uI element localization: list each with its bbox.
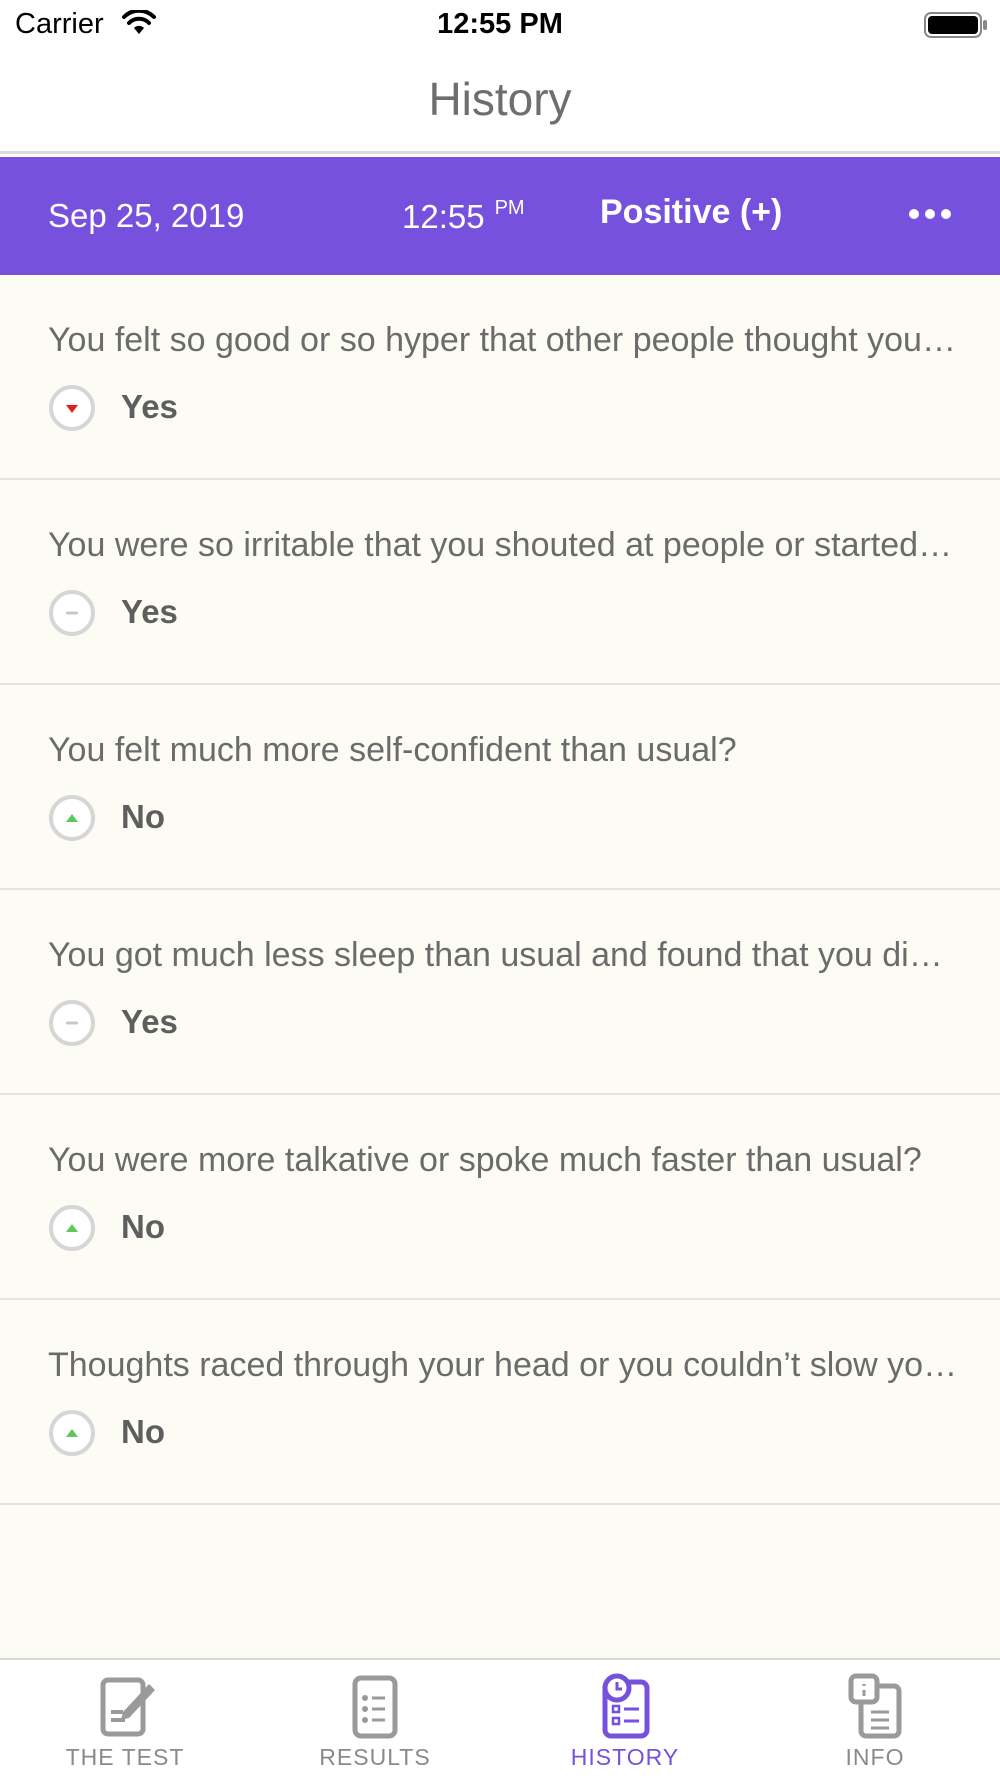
navigation-bar: History	[0, 52, 1000, 154]
record-time-value: 12:55	[402, 198, 485, 235]
list-item[interactable]: You were so irritable that you shouted a…	[0, 480, 1000, 685]
question-text: Thoughts raced through your head or you …	[48, 1346, 958, 1384]
history-record-header[interactable]: Sep 25, 2019 12:55 PM Positive (+)	[0, 157, 1000, 275]
tab-history[interactable]: HISTORY	[500, 1660, 750, 1778]
test-edit-icon	[93, 1672, 157, 1740]
arrow-up-green-icon	[48, 794, 96, 842]
clock-label: 12:55 PM	[437, 8, 563, 40]
tab-results[interactable]: RESULTS	[250, 1660, 500, 1778]
arrow-down-red-icon	[48, 384, 96, 432]
neutral-dash-icon	[48, 589, 96, 637]
answer-list: You felt so good or so hyper that other …	[0, 275, 1000, 1505]
list-item[interactable]: You got much less sleep than usual and f…	[0, 890, 1000, 1095]
answer-value: No	[121, 798, 165, 835]
status-bar: Carrier 12:55 PM	[0, 0, 1000, 52]
tab-info[interactable]: INFO	[750, 1660, 1000, 1778]
history-screen: Carrier 12:55 PM History Sep 25, 2019 12…	[0, 0, 1000, 1778]
record-time: 12:55 PM	[402, 197, 525, 236]
question-text: You got much less sleep than usual and f…	[48, 936, 958, 974]
answer-value: No	[121, 1208, 165, 1245]
arrow-up-green-icon	[48, 1204, 96, 1252]
question-text: You felt much more self-confident than u…	[48, 731, 737, 769]
history-clock-icon	[593, 1672, 657, 1740]
info-doc-icon	[843, 1672, 907, 1740]
tab-the-test[interactable]: THE TEST	[0, 1660, 250, 1778]
record-ampm: PM	[494, 197, 525, 219]
tab-label: INFO	[845, 1744, 905, 1770]
record-result: Positive (+)	[600, 193, 783, 231]
tab-bar: THE TEST RESULTS HISTORY INFO	[0, 1658, 1000, 1778]
record-date: Sep 25, 2019	[48, 197, 245, 234]
results-list-icon	[343, 1672, 407, 1740]
neutral-dash-icon	[48, 999, 96, 1047]
list-item[interactable]: Thoughts raced through your head or you …	[0, 1300, 1000, 1505]
answer-value: Yes	[121, 388, 178, 425]
answer-value: No	[121, 1413, 165, 1450]
question-text: You were so irritable that you shouted a…	[48, 526, 958, 564]
tab-label: RESULTS	[319, 1744, 431, 1770]
answer-value: Yes	[121, 1003, 178, 1040]
answer-value: Yes	[121, 593, 178, 630]
list-item[interactable]: You were more talkative or spoke much fa…	[0, 1095, 1000, 1300]
question-text: You felt so good or so hyper that other …	[48, 321, 958, 359]
list-item[interactable]: You felt so good or so hyper that other …	[0, 275, 1000, 480]
arrow-up-green-icon	[48, 1409, 96, 1457]
tab-label: THE TEST	[65, 1744, 185, 1770]
list-item[interactable]: You felt much more self-confident than u…	[0, 685, 1000, 890]
tab-label: HISTORY	[570, 1744, 680, 1770]
page-title: History	[428, 73, 572, 125]
ellipsis-icon	[909, 209, 951, 219]
question-text: You were more talkative or spoke much fa…	[48, 1141, 922, 1179]
battery-icon	[924, 11, 988, 39]
more-options-button[interactable]	[900, 187, 960, 241]
